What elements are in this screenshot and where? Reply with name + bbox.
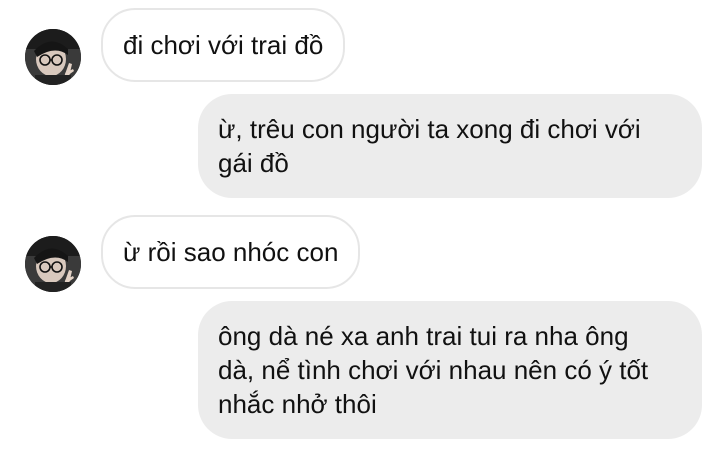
message-text-line: dà, nể tình chơi với nhau nên có ý tốt	[218, 355, 649, 385]
message-text: đi chơi với trai đồ	[123, 30, 324, 60]
sender-avatar[interactable]	[25, 29, 81, 85]
message-bubble-incoming[interactable]: ừ rồi sao nhóc con	[101, 215, 361, 289]
message-text-line: gái đồ	[218, 148, 289, 178]
message-text: ừ rồi sao nhóc con	[123, 237, 339, 267]
avatar-photo-icon	[25, 236, 81, 292]
message-bubble-incoming[interactable]: đi chơi với trai đồ	[101, 8, 346, 82]
message-text-line: nhắc nhở thôi	[218, 389, 377, 419]
message-bubble-outgoing[interactable]: ông dà né xa anh trai tui ra nha ông dà,…	[198, 301, 702, 439]
message-bubble-outgoing[interactable]: ừ, trêu con người ta xong đi chơi với gá…	[198, 94, 702, 198]
message-text-line: ông dà né xa anh trai tui ra nha ông	[218, 321, 629, 351]
message-text-line: ừ, trêu con người ta xong đi chơi với	[218, 114, 641, 144]
avatar-photo-icon	[25, 29, 81, 85]
sender-avatar[interactable]	[25, 236, 81, 292]
